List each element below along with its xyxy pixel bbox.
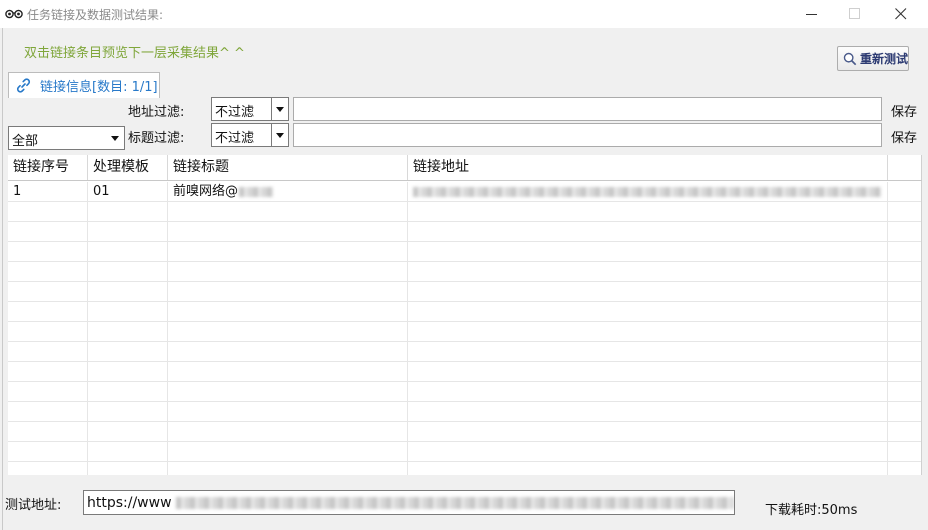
retest-button-label: 重新测试	[859, 52, 908, 66]
test-url-label: 测试地址:	[5, 498, 62, 513]
link-icon	[16, 78, 31, 93]
scope-select-value: 全部	[12, 134, 39, 149]
redacted-text	[175, 496, 734, 509]
table-row[interactable]: 1 01 前嗅网络@	[8, 182, 921, 202]
address-filter-input[interactable]	[293, 97, 882, 121]
column-divider	[167, 182, 168, 475]
redacted-text	[413, 186, 881, 197]
column-header-title[interactable]: 链接标题	[168, 155, 408, 180]
hint-text: 双击链接条目预览下一层采集结果^ ^	[24, 46, 245, 61]
maximize-icon	[849, 8, 860, 19]
binoculars-icon	[5, 9, 23, 19]
cell-url	[408, 182, 888, 201]
column-divider	[887, 182, 888, 475]
table-body[interactable]: 1 01 前嗅网络@	[8, 182, 921, 475]
address-filter-save-button[interactable]: 保存	[891, 101, 917, 120]
table-header: 链接序号 处理模板 链接标题 链接地址	[8, 155, 922, 181]
title-filter-input[interactable]	[293, 123, 882, 147]
test-result-dialog: 任务链接及数据测试结果: 双击链接条目预览下一层采集结果^ ^ 重新测试 链接信…	[0, 0, 928, 530]
links-table: 链接序号 处理模板 链接标题 链接地址 1 01 前嗅网络@	[8, 155, 922, 475]
cell-index: 1	[13, 184, 22, 199]
title-filter-mode-value: 不过滤	[215, 131, 255, 146]
minimize-button[interactable]	[797, 4, 827, 24]
download-time-status: 下载耗时:50ms	[765, 503, 858, 518]
scope-select[interactable]: 全部	[8, 126, 125, 150]
column-header-url[interactable]: 链接地址	[408, 155, 888, 180]
column-header-index[interactable]: 链接序号	[8, 155, 88, 180]
address-filter-mode-select[interactable]: 不过滤	[211, 97, 289, 121]
cell-title: 前嗅网络@	[168, 182, 408, 201]
column-divider	[87, 182, 88, 475]
minimize-icon	[806, 14, 817, 15]
test-url-input[interactable]: https://www	[83, 490, 735, 515]
redacted-text	[239, 186, 274, 197]
address-filter-label: 地址过滤:	[128, 105, 185, 120]
maximize-button[interactable]	[840, 4, 870, 24]
close-button[interactable]	[886, 4, 916, 24]
cell-template: 01	[93, 184, 110, 199]
test-url-text: https://www	[87, 494, 172, 511]
title-filter-mode-select[interactable]: 不过滤	[211, 123, 289, 147]
close-icon	[895, 8, 907, 20]
dialog-edge	[2, 28, 3, 530]
dropdown-arrow-icon	[271, 98, 288, 120]
title-filter-save-button[interactable]: 保存	[891, 127, 917, 146]
window-title: 任务链接及数据测试结果:	[27, 8, 164, 22]
column-divider	[407, 182, 408, 475]
dropdown-arrow-icon	[107, 127, 124, 149]
tab-link-info[interactable]: 链接信息[数目: 1/1]	[8, 72, 160, 98]
search-icon	[843, 52, 857, 65]
column-header-template[interactable]: 处理模板	[88, 155, 168, 180]
tab-label: 链接信息[数目: 1/1]	[40, 80, 158, 95]
column-header-filler	[888, 155, 922, 180]
title-filter-label: 标题过滤:	[128, 131, 185, 146]
cell-title-text: 前嗅网络@	[173, 184, 239, 199]
retest-button[interactable]: 重新测试	[837, 46, 909, 71]
dropdown-arrow-icon	[271, 124, 288, 146]
address-filter-mode-value: 不过滤	[215, 105, 255, 120]
title-bar: 任务链接及数据测试结果:	[0, 0, 928, 28]
